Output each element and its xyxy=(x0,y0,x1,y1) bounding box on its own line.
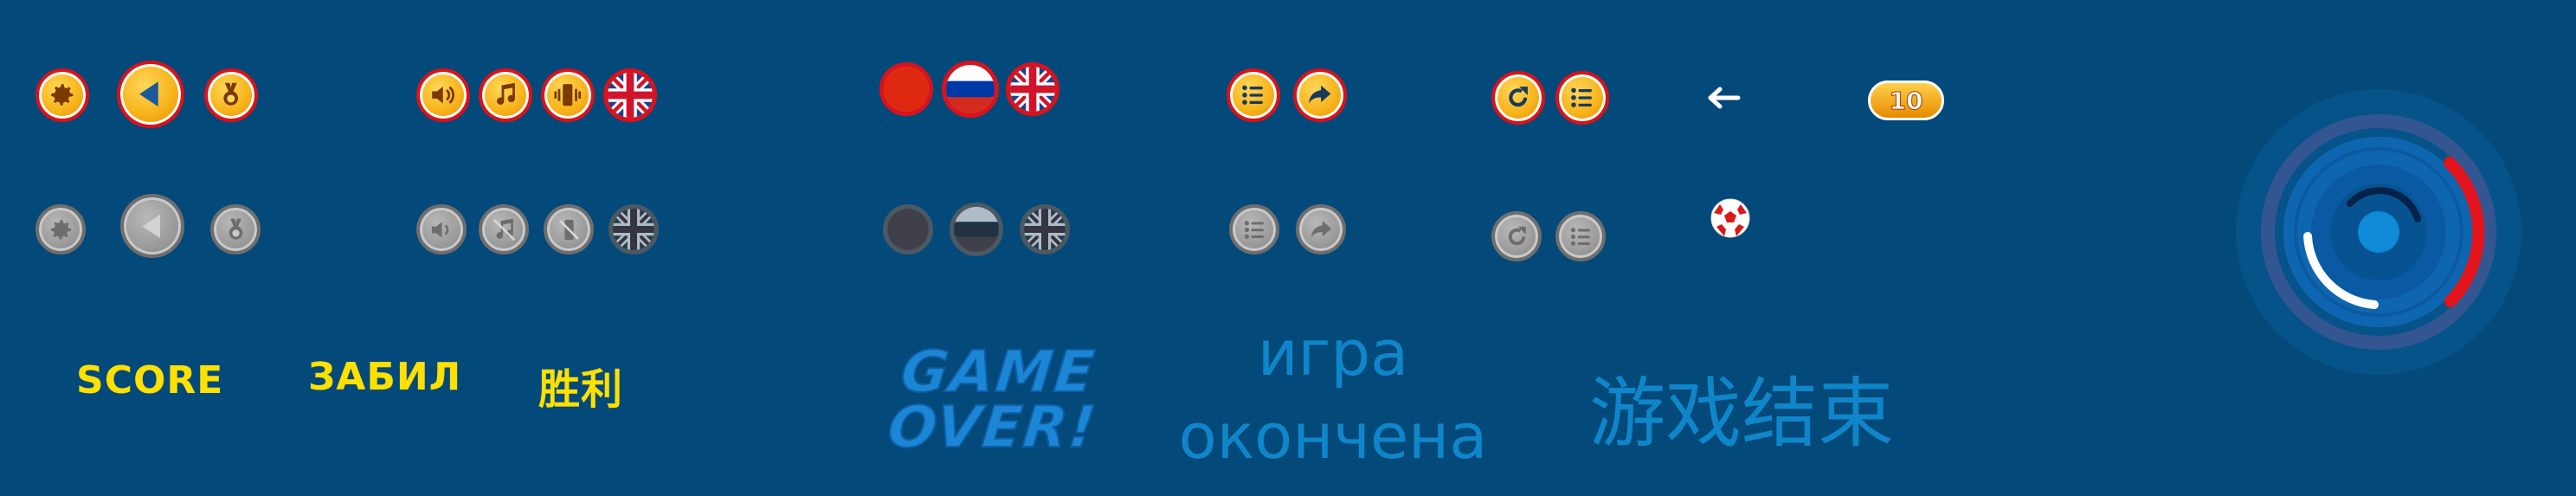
back-icon xyxy=(142,214,160,238)
timer-ring xyxy=(2236,89,2521,375)
language-flag-russia-disabled xyxy=(950,203,1003,256)
language-flag-uk-2[interactable] xyxy=(1006,62,1059,116)
game-over-line1: GAME xyxy=(897,338,1099,406)
list-button-disabled xyxy=(1229,204,1279,254)
soccer-ball xyxy=(1710,197,1751,239)
settings-button-disabled xyxy=(35,204,86,254)
list-icon xyxy=(1570,227,1590,246)
back-button[interactable] xyxy=(117,61,184,128)
restart-icon xyxy=(1509,87,1529,107)
russia-flag-icon xyxy=(954,207,999,252)
score-label-ru: ЗАБИЛ xyxy=(308,355,462,399)
sound-button-disabled xyxy=(416,204,467,254)
score-badge: 10 xyxy=(1868,81,1944,120)
restart-button-disabled xyxy=(1491,211,1542,261)
game-over-ru-line2: окончена xyxy=(1178,400,1488,473)
list-button[interactable] xyxy=(1227,68,1280,122)
game-over-ru-line1: игра xyxy=(1257,317,1409,390)
medal-icon xyxy=(223,83,239,106)
language-flag-china[interactable] xyxy=(879,62,933,116)
medal-icon xyxy=(229,218,242,240)
share-icon xyxy=(1309,85,1331,104)
speaker-icon xyxy=(432,86,455,105)
menu-button-disabled xyxy=(1555,211,1606,261)
china-flag-icon xyxy=(884,67,929,112)
music-off-icon xyxy=(493,218,515,241)
menu-button[interactable] xyxy=(1555,71,1609,125)
left-arrow-icon xyxy=(1708,87,1741,109)
score-label-en: SCORE xyxy=(76,358,224,403)
achievements-button[interactable] xyxy=(204,68,258,122)
game-over-title-ru: игра окончена xyxy=(1169,312,1497,478)
achievements-button-disabled xyxy=(210,204,261,254)
left-arrow-button[interactable] xyxy=(1707,85,1742,111)
language-flag-uk-2-disabled xyxy=(1020,204,1070,254)
language-flag-china-disabled xyxy=(883,204,933,254)
restart-icon xyxy=(1508,226,1526,245)
uk-flag-icon xyxy=(1010,67,1055,112)
music-button[interactable] xyxy=(479,68,532,122)
vibrate-off-icon xyxy=(558,219,579,240)
uk-flag-icon xyxy=(608,73,653,118)
language-flag-uk-disabled xyxy=(609,204,659,254)
language-flag-russia[interactable] xyxy=(942,61,999,118)
russia-flag-icon xyxy=(946,65,995,113)
game-over-line2: OVER! xyxy=(884,393,1101,461)
timer-ring-graphic xyxy=(2236,89,2521,375)
share-button-disabled xyxy=(1296,204,1346,254)
list-icon xyxy=(1242,85,1264,106)
vibrate-button[interactable] xyxy=(541,68,595,122)
speaker-icon xyxy=(431,221,448,238)
soccer-ball-icon xyxy=(1710,198,1750,238)
share-button[interactable] xyxy=(1293,68,1347,122)
sound-button[interactable] xyxy=(416,68,470,122)
music-button-disabled xyxy=(479,204,529,254)
gear-icon xyxy=(51,84,74,106)
music-icon xyxy=(497,83,516,106)
back-icon xyxy=(139,81,159,107)
restart-button[interactable] xyxy=(1491,71,1545,125)
game-over-title-zh: 游戏结束 xyxy=(1589,369,1895,458)
share-icon xyxy=(1311,220,1331,238)
vibrate-icon xyxy=(554,84,582,106)
uk-flag-icon xyxy=(613,209,654,250)
uk-flag-icon xyxy=(1024,209,1066,250)
china-flag-icon xyxy=(887,209,929,250)
list-icon xyxy=(1244,220,1264,239)
vibrate-button-disabled xyxy=(544,204,594,254)
language-flag-uk[interactable] xyxy=(603,68,657,122)
back-button-disabled xyxy=(120,194,184,258)
settings-button[interactable] xyxy=(35,68,89,122)
list-icon xyxy=(1571,87,1593,108)
gear-icon xyxy=(50,219,71,240)
game-over-title-en: GAME OVER! xyxy=(881,338,1109,461)
score-badge-value: 10 xyxy=(1889,86,1923,115)
score-label-zh: 胜利 xyxy=(538,365,624,414)
